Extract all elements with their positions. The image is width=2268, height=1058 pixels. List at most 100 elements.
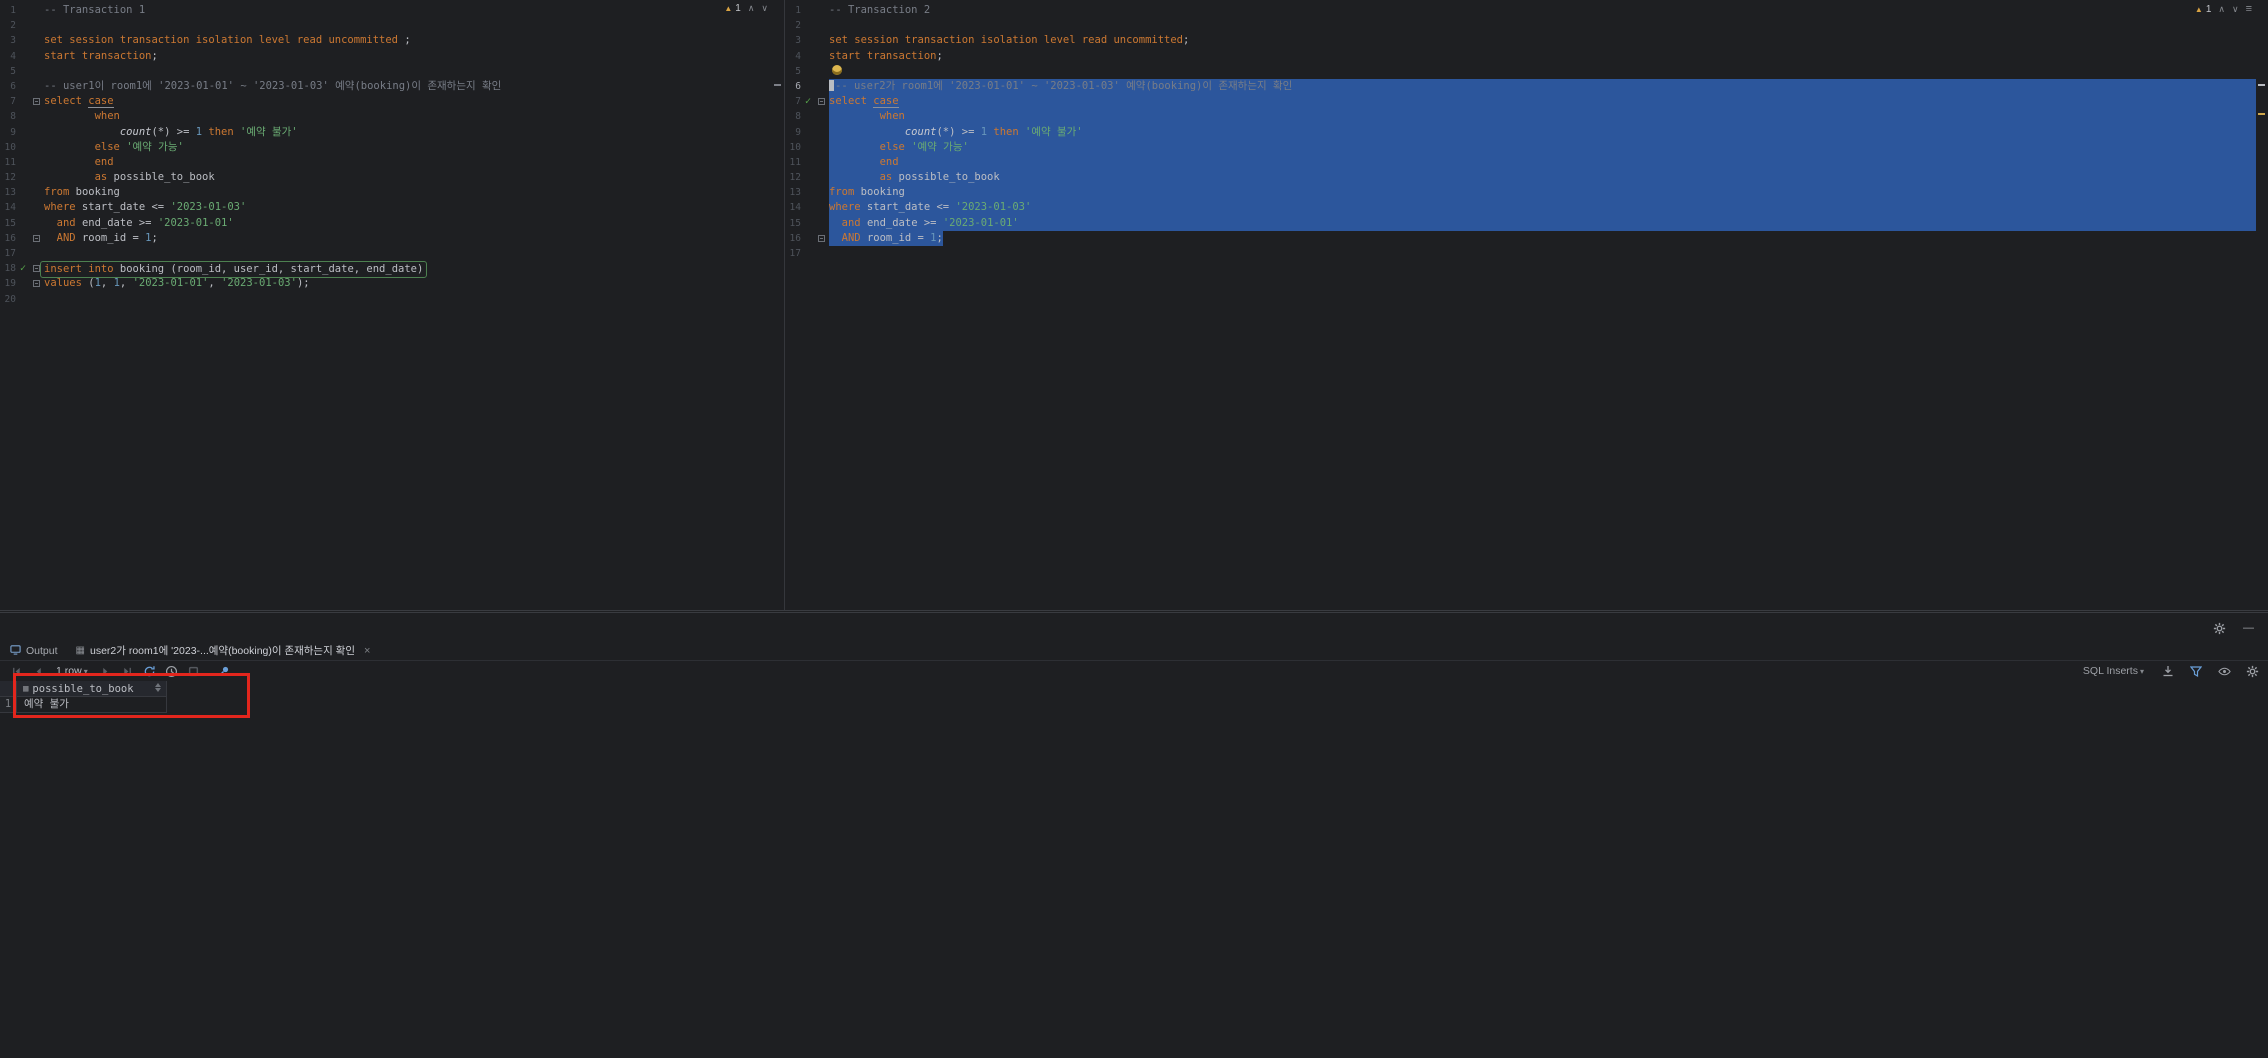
code-text[interactable] bbox=[44, 246, 772, 261]
code-line[interactable]: 3 set session transaction isolation level… bbox=[785, 33, 2256, 48]
code-text[interactable]: start transaction; bbox=[44, 49, 772, 64]
gutter[interactable]: 2 bbox=[0, 18, 44, 33]
code-text[interactable]: insert into booking (room_id, user_id, s… bbox=[40, 261, 772, 279]
fold-region[interactable] bbox=[815, 94, 829, 109]
inspection-menu-icon[interactable]: ≡ bbox=[2246, 3, 2252, 15]
result-cell[interactable]: 예약 불가 bbox=[17, 697, 167, 713]
gutter[interactable]: 5 bbox=[0, 64, 44, 79]
code-line[interactable]: 6 -- user2가 room1에 '2023-01-01' ~ '2023-0… bbox=[785, 78, 2256, 95]
prev-issue-icon[interactable]: ∧ bbox=[748, 3, 755, 14]
tool-window-settings-icon[interactable] bbox=[2211, 620, 2227, 636]
error-stripe-left[interactable] bbox=[772, 0, 784, 610]
code-text[interactable]: set session transaction isolation level … bbox=[44, 33, 772, 48]
fold-marker-icon[interactable] bbox=[33, 265, 40, 273]
error-stripe-right[interactable] bbox=[2256, 0, 2268, 610]
code-line[interactable]: 19 values (1, 1, '2023-01-01', '2023-01-0… bbox=[0, 276, 772, 291]
code-editor-transaction-1[interactable]: 1 -- Transaction 1 2 3 set session transacti… bbox=[0, 0, 772, 610]
code-editor-transaction-2[interactable]: 1 -- Transaction 2 2 3 set session transacti… bbox=[785, 0, 2256, 610]
code-line[interactable]: 13 from booking bbox=[785, 185, 2256, 201]
gutter[interactable]: 15 bbox=[785, 216, 829, 231]
gutter[interactable]: 14 bbox=[785, 200, 829, 215]
stop-icon[interactable] bbox=[186, 663, 202, 679]
tab-output[interactable]: Output bbox=[8, 644, 60, 658]
row-count-dropdown[interactable]: 1 row ▾ bbox=[56, 665, 88, 677]
gutter[interactable]: 17 bbox=[0, 246, 44, 261]
gutter[interactable]: 12 bbox=[0, 170, 44, 185]
gutter[interactable]: 6 bbox=[785, 79, 829, 94]
view-eye-icon[interactable] bbox=[2216, 663, 2232, 679]
gutter[interactable]: 4 bbox=[0, 49, 44, 64]
code-line[interactable]: 5 bbox=[0, 64, 772, 79]
code-line[interactable]: 17 bbox=[785, 246, 2256, 261]
fold-region[interactable] bbox=[30, 276, 44, 291]
code-text[interactable]: select case bbox=[44, 94, 772, 109]
previous-page-icon[interactable] bbox=[30, 663, 46, 679]
gutter[interactable]: 6 bbox=[0, 79, 44, 94]
first-page-icon[interactable] bbox=[8, 663, 24, 679]
code-line[interactable]: 9 count(*) >= 1 then '예약 불가' bbox=[0, 125, 772, 140]
fold-marker-icon[interactable] bbox=[818, 98, 825, 106]
code-text[interactable] bbox=[44, 18, 772, 33]
code-text[interactable]: select case bbox=[829, 94, 2256, 110]
code-text[interactable] bbox=[44, 292, 772, 307]
code-line[interactable]: 1 -- Transaction 1 bbox=[0, 3, 772, 18]
inspection-widget-right[interactable]: ▲ 1 ∧ ∨ ≡ bbox=[2195, 3, 2252, 15]
gutter[interactable]: 11 bbox=[785, 155, 829, 170]
code-line[interactable]: 16 AND room_id = 1; bbox=[0, 231, 772, 246]
gutter[interactable]: 4 bbox=[785, 49, 829, 64]
close-tab-icon[interactable]: × bbox=[364, 645, 370, 657]
code-text[interactable]: end bbox=[829, 154, 2256, 171]
code-line[interactable]: 15 and end_date >= '2023-01-01' bbox=[785, 215, 2256, 231]
gutter[interactable]: 20 bbox=[0, 292, 44, 307]
gutter[interactable]: 12 bbox=[785, 170, 829, 185]
code-text[interactable]: from booking bbox=[44, 185, 772, 200]
gutter[interactable]: 16 bbox=[0, 231, 44, 246]
refresh-icon[interactable] bbox=[142, 663, 158, 679]
fold-region[interactable] bbox=[30, 94, 44, 109]
code-text[interactable]: start transaction; bbox=[829, 49, 2256, 64]
code-text[interactable]: from booking bbox=[829, 185, 2256, 201]
code-line[interactable]: 11 end bbox=[785, 154, 2256, 171]
code-text[interactable]: values (1, 1, '2023-01-01', '2023-01-03'… bbox=[44, 276, 772, 291]
fold-region[interactable] bbox=[30, 231, 44, 246]
code-line[interactable]: 5 bbox=[785, 64, 2256, 79]
fold-region[interactable] bbox=[30, 261, 44, 276]
fold-marker-icon[interactable] bbox=[33, 98, 40, 106]
gutter[interactable]: 10 bbox=[785, 140, 829, 155]
prev-issue-icon[interactable]: ∧ bbox=[2218, 4, 2225, 15]
code-text[interactable]: where start_date <= '2023-01-03' bbox=[44, 200, 772, 215]
code-text[interactable]: -- Transaction 2 bbox=[829, 3, 2256, 18]
code-line[interactable]: 14 where start_date <= '2023-01-03' bbox=[785, 200, 2256, 216]
gutter[interactable]: 7 bbox=[0, 94, 44, 109]
gutter[interactable]: 16 bbox=[785, 231, 829, 246]
code-text[interactable]: AND room_id = 1; bbox=[44, 231, 772, 246]
gutter[interactable]: 17 bbox=[785, 246, 829, 261]
code-text[interactable]: -- user1이 room1에 '2023-01-01' ~ '2023-01… bbox=[44, 79, 772, 94]
code-line[interactable]: 15 and end_date >= '2023-01-01' bbox=[0, 216, 772, 231]
gutter[interactable]: 19 bbox=[0, 276, 44, 291]
code-line[interactable]: 17 bbox=[0, 246, 772, 261]
code-text[interactable]: and end_date >= '2023-01-01' bbox=[44, 216, 772, 231]
insert-format-dropdown[interactable]: SQL Inserts ▾ bbox=[2083, 665, 2144, 677]
row-number[interactable]: 1 bbox=[0, 697, 17, 713]
code-text[interactable]: when bbox=[829, 109, 2256, 125]
code-line[interactable]: 1 -- Transaction 2 bbox=[785, 3, 2256, 18]
code-line[interactable]: 4 start transaction; bbox=[785, 49, 2256, 64]
code-text[interactable]: set session transaction isolation level … bbox=[829, 33, 2256, 48]
gutter[interactable]: 15 bbox=[0, 216, 44, 231]
code-text[interactable]: where start_date <= '2023-01-03' bbox=[829, 200, 2256, 216]
code-line[interactable]: 12 as possible_to_book bbox=[785, 170, 2256, 186]
code-line[interactable]: 12 as possible_to_book bbox=[0, 170, 772, 185]
next-page-icon[interactable] bbox=[98, 663, 114, 679]
gutter[interactable]: 18 ✓ bbox=[0, 261, 44, 276]
intention-bulb-icon[interactable] bbox=[832, 64, 842, 75]
grid-settings-gear-icon[interactable] bbox=[2244, 663, 2260, 679]
code-line[interactable]: 10 else '예약 가능' bbox=[0, 140, 772, 155]
code-line[interactable]: 20 bbox=[0, 292, 772, 307]
export-download-icon[interactable] bbox=[2160, 663, 2176, 679]
code-text[interactable] bbox=[829, 18, 2256, 33]
grid-corner-cell[interactable] bbox=[0, 681, 17, 697]
code-text[interactable]: count(*) >= 1 then '예약 불가' bbox=[44, 125, 772, 140]
code-line[interactable]: 13 from booking bbox=[0, 185, 772, 200]
gutter[interactable]: 11 bbox=[0, 155, 44, 170]
